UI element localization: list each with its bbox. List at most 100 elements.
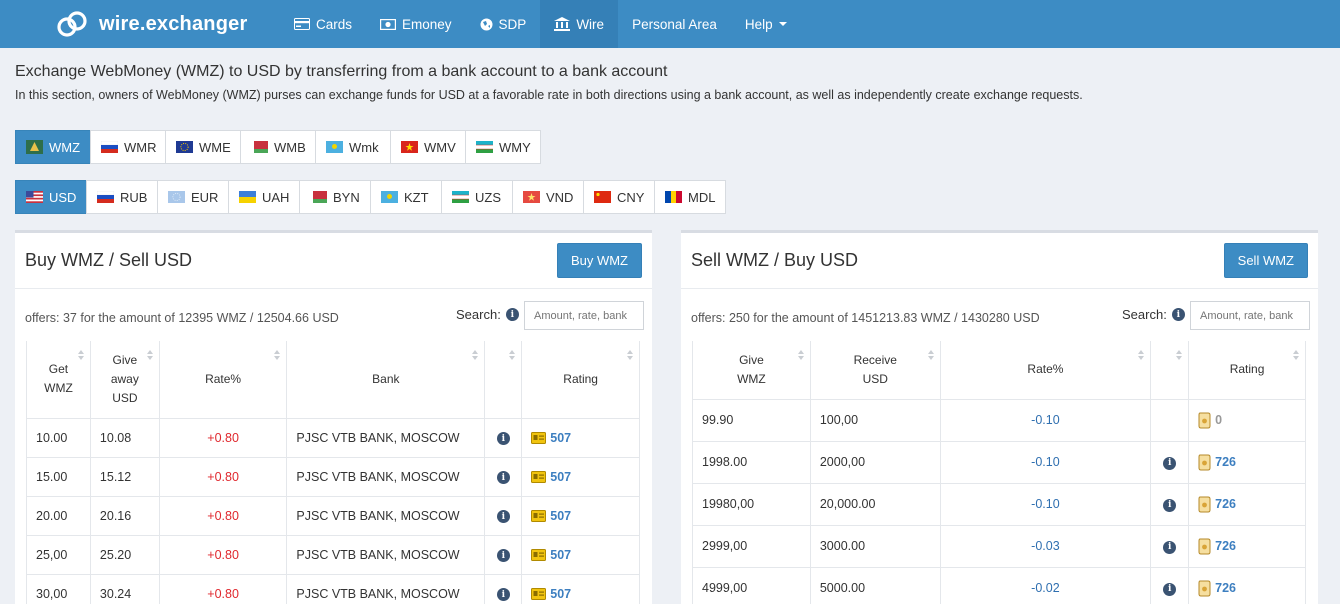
nav-cards[interactable]: Cards: [280, 0, 366, 48]
nav-sdp[interactable]: SDP: [466, 0, 541, 48]
cell-give: 4999,00: [692, 567, 811, 604]
nav-wire[interactable]: Wire: [540, 0, 619, 48]
column-header-rate[interactable]: Rate%: [158, 341, 288, 419]
column-header-give[interactable]: Give WMZ: [692, 341, 811, 400]
search-input[interactable]: [1190, 301, 1310, 330]
table-row[interactable]: 10.00 10.08 +0.80 PJSC VTB BANK, MOSCOW i 507: [26, 418, 640, 458]
column-header-rating[interactable]: Rating: [1188, 341, 1306, 400]
wm-currency-wmv[interactable]: WMV: [390, 130, 466, 164]
info-icon[interactable]: i: [1163, 540, 1177, 554]
offers-summary: offers: 37 for the amount of 12395 WMZ /…: [25, 311, 339, 325]
table-row[interactable]: 30,00 30.24 +0.80 PJSC VTB BANK, MOSCOW i 507: [26, 574, 640, 604]
fiat-currency-kzt[interactable]: KZT: [370, 180, 442, 214]
table-row[interactable]: 19980,00 20,000.00 -0.10 i 726: [692, 483, 1306, 526]
table-row[interactable]: 15.00 15.12 +0.80 PJSC VTB BANK, MOSCOW i 507: [26, 457, 640, 497]
info-icon[interactable]: i: [1163, 498, 1177, 512]
column-header-receive[interactable]: Receive USD: [809, 341, 941, 400]
wm-currency-wme[interactable]: WME: [165, 130, 241, 164]
nav-personal-area[interactable]: Personal Area: [618, 0, 731, 48]
column-header-info[interactable]: [484, 341, 523, 419]
nav-help[interactable]: Help: [731, 0, 801, 48]
buy-wmz-button[interactable]: Buy WMZ: [556, 243, 642, 278]
rating-link[interactable]: 507: [531, 509, 630, 523]
offers-table: Get WMZ Give away USD Rate% Bank Rating …: [26, 341, 640, 604]
bank-icon: [554, 17, 571, 31]
rating-link[interactable]: 726: [1198, 454, 1296, 471]
rating-link[interactable]: 507: [531, 548, 630, 562]
nav-wire-label: Wire: [576, 16, 605, 32]
rating-link[interactable]: 726: [1198, 538, 1296, 555]
info-icon[interactable]: i: [1163, 456, 1177, 470]
table-row[interactable]: 99.90 100,00 -0.10 0: [692, 399, 1306, 442]
table-row[interactable]: 2999,00 3000.00 -0.03 i 726: [692, 525, 1306, 568]
passport-icon: [531, 431, 547, 444]
fiat-currency-eur[interactable]: EUR: [157, 180, 229, 214]
sort-icon: [77, 350, 84, 360]
brand-logo-link[interactable]: wire.exchanger: [55, 8, 247, 40]
info-icon[interactable]: i: [496, 510, 510, 524]
cell-give: 99.90: [692, 399, 811, 442]
info-icon[interactable]: i: [1171, 308, 1185, 321]
cell-rate: -0.03: [939, 525, 1152, 568]
cell-give: 2999,00: [692, 525, 811, 568]
column-header-rate[interactable]: Rate%: [939, 341, 1152, 400]
column-header-give[interactable]: Give away USD: [89, 341, 160, 419]
fiat-currency-cny[interactable]: CNY: [583, 180, 655, 214]
cell-rate: +0.80: [158, 418, 288, 458]
search-label: Search: i: [456, 307, 519, 322]
cell-info: i: [1150, 567, 1190, 604]
wm-currency-wmk[interactable]: Wmk: [315, 130, 391, 164]
fiat-currency-mdl[interactable]: MDL: [654, 180, 726, 214]
chain-link-icon: [57, 11, 87, 37]
cell-give: 25.20: [89, 535, 160, 575]
wm-currency-selector: WMZ WMR WME WMB Wmk WMV WMY: [15, 130, 541, 164]
sell-wmz-button[interactable]: Sell WMZ: [1223, 243, 1308, 278]
russia-flag-icon: [101, 141, 118, 153]
main-nav: Cards Emoney SDP Wire Personal Area Help: [280, 0, 801, 48]
rating-link[interactable]: 726: [1198, 496, 1296, 513]
vietnam-flag-icon: [523, 191, 540, 203]
fiat-currency-byn[interactable]: BYN: [299, 180, 371, 214]
info-icon[interactable]: i: [505, 308, 519, 321]
cell-rating: 726: [1188, 567, 1306, 604]
cell-bank: PJSC VTB BANK, MOSCOW: [286, 457, 486, 497]
rating-link[interactable]: 507: [531, 587, 630, 601]
fiat-currency-uzs[interactable]: UZS: [441, 180, 513, 214]
info-icon[interactable]: i: [496, 549, 510, 563]
offers-table: Give WMZ Receive USD Rate% Rating 99.90 1…: [692, 341, 1306, 604]
cell-get: 15.00: [26, 457, 91, 497]
rating-link[interactable]: 507: [531, 431, 630, 445]
cell-info: i: [484, 457, 523, 497]
column-header-rating[interactable]: Rating: [521, 341, 640, 419]
info-icon[interactable]: i: [496, 588, 510, 602]
wm-currency-wmr[interactable]: WMR: [90, 130, 166, 164]
table-row[interactable]: 20.00 20.16 +0.80 PJSC VTB BANK, MOSCOW i 507: [26, 496, 640, 536]
table-row[interactable]: 25,00 25.20 +0.80 PJSC VTB BANK, MOSCOW i 507: [26, 535, 640, 575]
globe-icon: [480, 18, 493, 31]
fiat-currency-rub[interactable]: RUB: [86, 180, 158, 214]
column-header-info[interactable]: [1150, 341, 1190, 400]
table-row[interactable]: 4999,00 5000.00 -0.02 i 726: [692, 567, 1306, 604]
cell-get: 25,00: [26, 535, 91, 575]
fiat-currency-usd[interactable]: USD: [15, 180, 87, 214]
column-header-bank[interactable]: Bank: [286, 341, 486, 419]
info-icon[interactable]: i: [496, 432, 510, 446]
rating-link[interactable]: 726: [1198, 580, 1296, 597]
wm-currency-wmz[interactable]: WMZ: [15, 130, 91, 164]
cell-receive: 3000.00: [809, 525, 941, 568]
info-icon[interactable]: i: [1163, 582, 1177, 596]
fiat-currency-vnd[interactable]: VND: [512, 180, 584, 214]
cell-rating: 726: [1188, 441, 1306, 484]
wm-currency-wmy[interactable]: WMY: [465, 130, 541, 164]
info-icon[interactable]: i: [496, 471, 510, 485]
column-header-get[interactable]: Get WMZ: [26, 341, 91, 419]
sort-icon: [1176, 350, 1183, 360]
nav-emoney[interactable]: Emoney: [366, 0, 466, 48]
rating-link[interactable]: 507: [531, 470, 630, 484]
china-flag-icon: [594, 191, 611, 203]
table-row[interactable]: 1998.00 2000,00 -0.10 i 726: [692, 441, 1306, 484]
fiat-currency-uah[interactable]: UAH: [228, 180, 300, 214]
wm-currency-wmb[interactable]: WMB: [240, 130, 316, 164]
search-input[interactable]: [524, 301, 644, 330]
rating-link[interactable]: 0: [1198, 412, 1296, 429]
